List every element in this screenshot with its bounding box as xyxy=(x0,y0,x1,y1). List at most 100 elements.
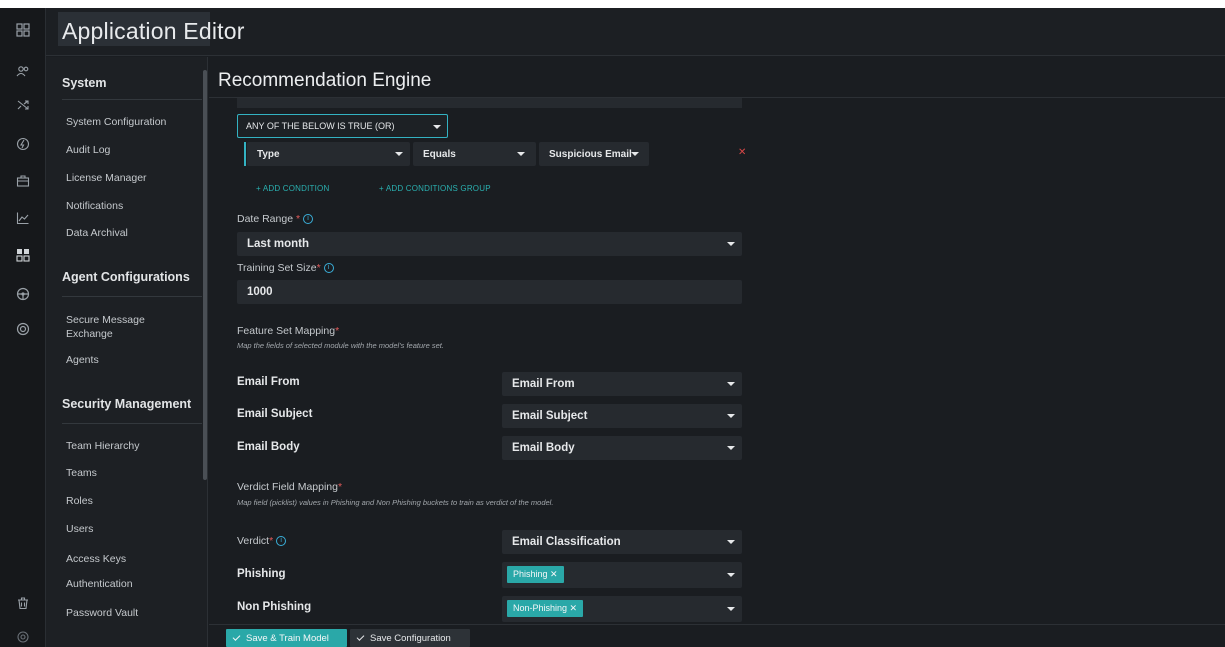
top-strip xyxy=(0,0,1225,8)
feature-row-value: Email From xyxy=(512,378,575,390)
verdict-label: Verdict* i xyxy=(237,535,287,547)
briefcase-icon[interactable] xyxy=(0,170,46,192)
sidebar-item-access-keys[interactable]: Access Keys xyxy=(66,553,126,565)
support-icon[interactable] xyxy=(0,318,46,340)
info-icon[interactable]: i xyxy=(323,263,334,274)
sidebar-item-system-configuration[interactable]: System Configuration xyxy=(66,116,166,128)
feature-row-select[interactable]: Email Body xyxy=(502,436,742,460)
date-range-value: Last month xyxy=(247,238,309,250)
sidebar-item-authentication[interactable]: Authentication xyxy=(66,578,133,590)
feature-row-select[interactable]: Email Subject xyxy=(502,404,742,428)
feature-set-mapping-hint: Map the fields of selected module with t… xyxy=(237,341,444,350)
divider xyxy=(62,423,202,424)
condition-operator-field[interactable]: Equals xyxy=(413,142,536,166)
feature-row-value: Email Subject xyxy=(512,410,588,422)
chevron-down-icon xyxy=(631,152,639,156)
sidebar-section-system: System xyxy=(62,76,107,90)
add-conditions-group-link[interactable]: + ADD CONDITIONS GROUP xyxy=(379,184,491,193)
steering-icon[interactable] xyxy=(0,283,46,305)
feature-row-label: Email From xyxy=(237,376,300,388)
save-train-model-button[interactable]: Save & Train Model xyxy=(226,629,347,647)
at-icon[interactable] xyxy=(0,626,46,647)
chart-icon[interactable] xyxy=(0,207,46,229)
app-title: Application Editor xyxy=(62,18,245,44)
close-icon[interactable]: ✕ xyxy=(570,603,578,613)
sidebar-item-team-hierarchy[interactable]: Team Hierarchy xyxy=(66,440,140,452)
sidebar-scrollbar[interactable] xyxy=(203,70,207,480)
condition-field-select[interactable]: Type xyxy=(247,142,410,166)
save-configuration-label: Save Configuration xyxy=(370,632,451,644)
chevron-down-icon xyxy=(727,414,735,418)
app-header: Application Editor xyxy=(46,8,1225,56)
feature-row-label: Email Subject xyxy=(237,408,313,420)
close-icon[interactable]: ✕ xyxy=(550,569,558,579)
sidebar-item-secure-message-exchange[interactable]: Secure Message Exchange xyxy=(66,313,186,341)
sidebar-item-teams[interactable]: Teams xyxy=(66,467,97,479)
sidebar-item-data-archival[interactable]: Data Archival xyxy=(66,227,128,239)
date-range-select[interactable]: Last month xyxy=(237,232,742,256)
phishing-chip[interactable]: Phishing ✕ xyxy=(507,566,564,583)
check-icon xyxy=(232,632,241,641)
shuffle-icon[interactable] xyxy=(0,94,46,116)
dashboard-icon[interactable] xyxy=(0,19,46,41)
verdict-field-mapping-label-text: Verdict Field Mapping xyxy=(237,481,338,493)
feature-row-label: Email Body xyxy=(237,441,300,453)
page-title: Recommendation Engine xyxy=(218,70,432,91)
divider xyxy=(62,296,202,297)
module-select-partial[interactable] xyxy=(237,98,742,108)
remove-condition-icon[interactable]: ✕ xyxy=(738,147,746,158)
feature-set-mapping-label-text: Feature Set Mapping xyxy=(237,325,336,337)
verdict-select[interactable]: Email Classification xyxy=(502,530,742,554)
sidebar-item-roles[interactable]: Roles xyxy=(66,495,93,507)
users-icon[interactable] xyxy=(0,60,46,82)
chevron-down-icon xyxy=(727,540,735,544)
training-set-size-input[interactable]: 1000 xyxy=(237,280,742,304)
verdict-field-mapping-label: Verdict Field Mapping* xyxy=(237,481,343,493)
check-icon xyxy=(356,632,365,641)
phishing-label: Phishing xyxy=(237,568,286,580)
non-phishing-chip-label: Non-Phishing xyxy=(513,603,568,613)
chevron-down-icon xyxy=(727,382,735,386)
chevron-down-icon xyxy=(727,607,735,611)
date-range-label: Date Range * i xyxy=(237,213,314,225)
sidebar-item-license-manager[interactable]: License Manager xyxy=(66,172,147,184)
condition-indent-bar xyxy=(244,142,246,166)
sidebar-item-password-vault[interactable]: Password Vault xyxy=(66,607,138,619)
chevron-down-icon xyxy=(433,125,441,129)
apps-icon[interactable] xyxy=(0,244,46,266)
sidebar-item-audit-log[interactable]: Audit Log xyxy=(66,144,110,156)
info-icon[interactable]: i xyxy=(276,536,287,547)
save-train-model-label: Save & Train Model xyxy=(246,632,329,644)
verdict-value: Email Classification xyxy=(512,536,621,548)
add-condition-link[interactable]: + ADD CONDITION xyxy=(256,184,329,193)
chevron-down-icon xyxy=(727,446,735,450)
save-configuration-button[interactable]: Save Configuration xyxy=(350,629,470,647)
phishing-chip-label: Phishing xyxy=(513,569,548,579)
non-phishing-label: Non Phishing xyxy=(237,601,312,613)
chevron-down-icon xyxy=(517,152,525,156)
feature-row-value: Email Body xyxy=(512,442,575,454)
chevron-down-icon xyxy=(727,573,735,577)
feature-set-mapping-label: Feature Set Mapping* xyxy=(237,325,340,337)
sidebar-item-agents[interactable]: Agents xyxy=(66,354,99,366)
condition-op-value: Equals xyxy=(423,148,456,160)
verdict-label-text: Verdict xyxy=(237,535,270,547)
divider xyxy=(62,99,202,100)
chevron-down-icon xyxy=(395,152,403,156)
condition-value-text: Suspicious Email xyxy=(549,148,632,160)
condition-operator-select[interactable]: ANY OF THE BELOW IS TRUE (OR) xyxy=(237,114,448,138)
training-set-size-value: 1000 xyxy=(247,286,273,298)
info-icon[interactable]: i xyxy=(303,214,314,225)
condition-field-value: Type xyxy=(257,148,280,160)
sidebar-item-notifications[interactable]: Notifications xyxy=(66,200,123,212)
feature-row-select[interactable]: Email From xyxy=(502,372,742,396)
sidebar-item-users[interactable]: Users xyxy=(66,523,93,535)
chevron-down-icon xyxy=(727,242,735,246)
condition-value-select[interactable]: Suspicious Email xyxy=(539,142,649,166)
trash-icon[interactable] xyxy=(0,592,46,614)
condition-operator-label: ANY OF THE BELOW IS TRUE (OR) xyxy=(246,121,395,131)
bolt-icon[interactable] xyxy=(0,133,46,155)
date-range-label-text: Date Range xyxy=(237,213,294,225)
sidebar-section-security-management: Security Management xyxy=(62,397,192,411)
non-phishing-chip[interactable]: Non-Phishing ✕ xyxy=(507,600,584,617)
